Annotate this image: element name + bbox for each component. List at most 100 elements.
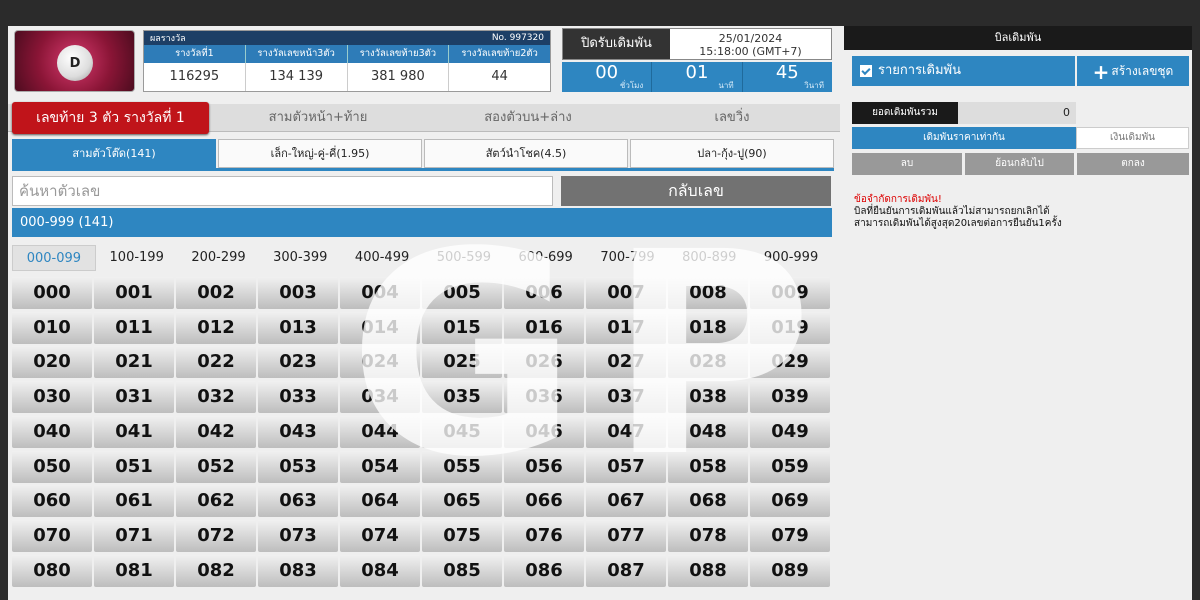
number-button[interactable]: 046 [504, 415, 584, 448]
number-button[interactable]: 076 [504, 519, 584, 552]
number-button[interactable]: 010 [12, 311, 92, 344]
number-button[interactable]: 022 [176, 346, 256, 379]
number-button[interactable]: 005 [422, 277, 502, 309]
reverse-number-button[interactable]: กลับเลข [561, 176, 831, 206]
number-button[interactable]: 040 [12, 415, 92, 448]
range-tab[interactable]: 300-399 [259, 245, 341, 271]
number-button[interactable]: 024 [340, 346, 420, 379]
bet-list-toggle[interactable]: รายการเดิมพัน [852, 56, 1075, 86]
number-button[interactable]: 078 [668, 519, 748, 552]
number-button[interactable]: 009 [750, 277, 830, 309]
delete-button[interactable]: ลบ [852, 153, 962, 175]
number-button[interactable]: 041 [94, 415, 174, 448]
number-button[interactable]: 059 [750, 450, 830, 483]
number-button[interactable]: 056 [504, 450, 584, 483]
number-button[interactable]: 061 [94, 485, 174, 518]
number-button[interactable]: 079 [750, 519, 830, 552]
subtab-fish-shrimp-crab[interactable]: ปลา-กุ้ง-ปู(90) [630, 139, 834, 168]
number-button[interactable]: 013 [258, 311, 338, 344]
tab-running-number[interactable]: เลขวิ่ง [632, 104, 832, 132]
number-button[interactable]: 048 [668, 415, 748, 448]
number-button[interactable]: 033 [258, 381, 338, 414]
number-button[interactable]: 083 [258, 554, 338, 587]
number-button[interactable]: 011 [94, 311, 174, 344]
number-button[interactable]: 053 [258, 450, 338, 483]
number-button[interactable]: 026 [504, 346, 584, 379]
number-button[interactable]: 086 [504, 554, 584, 587]
number-button[interactable]: 018 [668, 311, 748, 344]
number-button[interactable]: 036 [504, 381, 584, 414]
number-button[interactable]: 080 [12, 554, 92, 587]
number-button[interactable]: 054 [340, 450, 420, 483]
number-button[interactable]: 031 [94, 381, 174, 414]
number-button[interactable]: 074 [340, 519, 420, 552]
number-button[interactable]: 012 [176, 311, 256, 344]
number-button[interactable]: 008 [668, 277, 748, 309]
number-button[interactable]: 062 [176, 485, 256, 518]
number-button[interactable]: 088 [668, 554, 748, 587]
number-button[interactable]: 032 [176, 381, 256, 414]
number-button[interactable]: 017 [586, 311, 666, 344]
search-input[interactable]: ค้นหาตัวเลข [12, 176, 553, 206]
range-tab[interactable]: 200-299 [178, 245, 260, 271]
number-button[interactable]: 028 [668, 346, 748, 379]
number-button[interactable]: 085 [422, 554, 502, 587]
number-button[interactable]: 089 [750, 554, 830, 587]
number-button[interactable]: 047 [586, 415, 666, 448]
number-button[interactable]: 063 [258, 485, 338, 518]
number-button[interactable]: 060 [12, 485, 92, 518]
number-button[interactable]: 084 [340, 554, 420, 587]
number-button[interactable]: 001 [94, 277, 174, 309]
number-button[interactable]: 049 [750, 415, 830, 448]
number-button[interactable]: 025 [422, 346, 502, 379]
tab-top-bottom2[interactable]: สองตัวบน+ล่าง [428, 104, 628, 132]
number-button[interactable]: 057 [586, 450, 666, 483]
go-back-button[interactable]: ย้อนกลับไป [965, 153, 1074, 175]
equal-price-mode-button[interactable]: เดิมพันราคาเท่ากัน [852, 127, 1076, 149]
checkbox-icon[interactable] [860, 65, 872, 77]
create-number-set-button[interactable]: + สร้างเลขชุด [1077, 56, 1189, 86]
number-button[interactable]: 067 [586, 485, 666, 518]
tab-front-back3[interactable]: สามตัวหน้า+ท้าย [218, 104, 418, 132]
number-button[interactable]: 077 [586, 519, 666, 552]
number-button[interactable]: 064 [340, 485, 420, 518]
tab-last3-first-prize[interactable]: เลขท้าย 3 ตัว รางวัลที่ 1 [12, 102, 209, 134]
number-button[interactable]: 050 [12, 450, 92, 483]
number-button[interactable]: 006 [504, 277, 584, 309]
number-button[interactable]: 004 [340, 277, 420, 309]
number-button[interactable]: 019 [750, 311, 830, 344]
number-button[interactable]: 066 [504, 485, 584, 518]
range-tab[interactable]: 500-599 [423, 245, 505, 271]
number-button[interactable]: 058 [668, 450, 748, 483]
number-button[interactable]: 065 [422, 485, 502, 518]
number-button[interactable]: 069 [750, 485, 830, 518]
number-button[interactable]: 003 [258, 277, 338, 309]
number-button[interactable]: 051 [94, 450, 174, 483]
number-button[interactable]: 073 [258, 519, 338, 552]
subtab-small-big-odd-even[interactable]: เล็ก-ใหญ่-คู่-คี่(1.95) [218, 139, 422, 168]
number-button[interactable]: 044 [340, 415, 420, 448]
number-button[interactable]: 072 [176, 519, 256, 552]
range-tab[interactable]: 100-199 [96, 245, 178, 271]
number-button[interactable]: 052 [176, 450, 256, 483]
range-tab[interactable]: 600-699 [505, 245, 587, 271]
number-button[interactable]: 021 [94, 346, 174, 379]
number-button[interactable]: 042 [176, 415, 256, 448]
number-button[interactable]: 014 [340, 311, 420, 344]
number-button[interactable]: 087 [586, 554, 666, 587]
number-button[interactable]: 027 [586, 346, 666, 379]
number-button[interactable]: 055 [422, 450, 502, 483]
number-button[interactable]: 045 [422, 415, 502, 448]
subtab-three-tod[interactable]: สามตัวโต๊ด(141) [12, 139, 216, 168]
number-button[interactable]: 015 [422, 311, 502, 344]
confirm-button[interactable]: ตกลง [1077, 153, 1189, 175]
number-button[interactable]: 038 [668, 381, 748, 414]
range-tab[interactable]: 700-799 [587, 245, 669, 271]
number-button[interactable]: 082 [176, 554, 256, 587]
range-tab[interactable]: 000-099 [12, 245, 96, 271]
number-button[interactable]: 034 [340, 381, 420, 414]
number-button[interactable]: 070 [12, 519, 92, 552]
number-button[interactable]: 002 [176, 277, 256, 309]
number-button[interactable]: 071 [94, 519, 174, 552]
range-tab[interactable]: 400-499 [341, 245, 423, 271]
